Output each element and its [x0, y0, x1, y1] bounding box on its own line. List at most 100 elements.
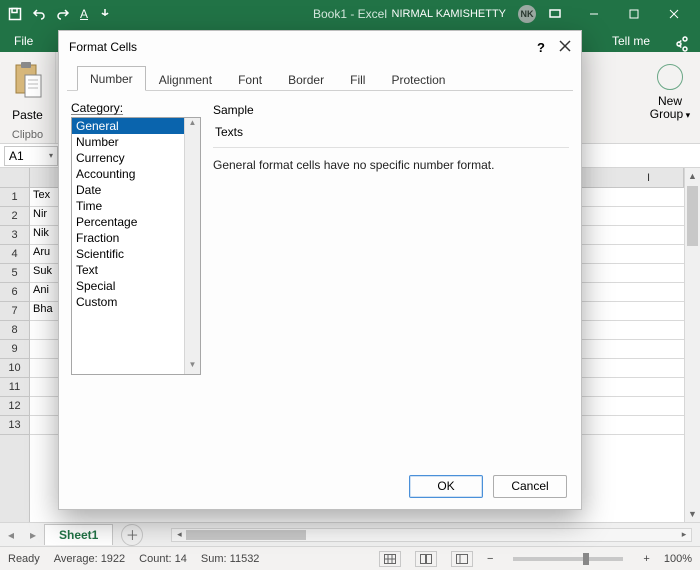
- title-bar: A Book1 - Excel NIRMAL KAMISHETTY NK: [0, 0, 700, 28]
- row-header[interactable]: 13: [0, 416, 29, 435]
- category-item-scientific[interactable]: Scientific: [72, 246, 184, 262]
- scrollbar-thumb[interactable]: [687, 186, 698, 246]
- row-header[interactable]: 8: [0, 321, 29, 340]
- row-header[interactable]: 6: [0, 283, 29, 302]
- normal-view-icon[interactable]: [379, 551, 401, 567]
- row-header[interactable]: 12: [0, 397, 29, 416]
- row-header[interactable]: 10: [0, 359, 29, 378]
- status-avg-value: 1922: [101, 553, 125, 565]
- sheet-nav-next-icon[interactable]: ▸: [22, 528, 44, 542]
- zoom-level[interactable]: 100%: [664, 553, 692, 565]
- scroll-down-icon[interactable]: ▼: [185, 360, 200, 374]
- category-item-general[interactable]: General: [72, 118, 184, 134]
- avatar[interactable]: NK: [518, 5, 536, 23]
- sheet-nav-prev-icon[interactable]: ◂: [0, 528, 22, 542]
- window-close-button[interactable]: [654, 0, 694, 28]
- tab-fill[interactable]: Fill: [337, 67, 378, 91]
- row-header[interactable]: 11: [0, 378, 29, 397]
- minimize-button[interactable]: [574, 0, 614, 28]
- redo-icon[interactable]: [56, 7, 70, 21]
- ok-button[interactable]: OK: [409, 475, 483, 498]
- touch-mode-icon[interactable]: [98, 7, 112, 21]
- user-name: NIRMAL KAMISHETTY: [392, 8, 507, 20]
- status-bar: Ready Average: 1922 Count: 14 Sum: 11532…: [0, 546, 700, 570]
- new-group-label-2[interactable]: Group: [650, 107, 683, 121]
- tab-border[interactable]: Border: [275, 67, 337, 91]
- category-item-currency[interactable]: Currency: [72, 150, 184, 166]
- status-count-label: Count:: [139, 553, 171, 565]
- scroll-down-icon[interactable]: ▼: [685, 506, 700, 522]
- column-header[interactable]: I: [614, 168, 684, 187]
- status-sum-value: 11532: [230, 553, 260, 565]
- row-header[interactable]: 1: [0, 188, 29, 207]
- vertical-scrollbar[interactable]: ▲ ▼: [684, 168, 700, 522]
- clipboard-group-label: Clipbo: [12, 127, 43, 141]
- category-listbox[interactable]: General Number Currency Accounting Date …: [71, 117, 201, 375]
- maximize-button[interactable]: [614, 0, 654, 28]
- scroll-right-icon[interactable]: ▸: [677, 529, 691, 540]
- scrollbar-thumb[interactable]: [186, 530, 306, 540]
- zoom-slider[interactable]: [513, 557, 623, 561]
- zoom-out-icon[interactable]: −: [487, 553, 493, 565]
- tab-font[interactable]: Font: [225, 67, 275, 91]
- tab-number[interactable]: Number: [77, 66, 146, 91]
- row-headers[interactable]: 1 2 3 4 5 6 7 8 9 10 11 12 13: [0, 168, 30, 522]
- status-ready: Ready: [8, 553, 40, 565]
- undo-icon[interactable]: [32, 7, 46, 21]
- status-sum-label: Sum:: [201, 553, 227, 565]
- dialog-tabs: Number Alignment Font Border Fill Protec…: [67, 65, 573, 91]
- format-cells-dialog: Format Cells ? Number Alignment Font Bor…: [58, 30, 582, 510]
- scroll-up-icon[interactable]: ▲: [185, 118, 200, 132]
- format-description: General format cells have no specific nu…: [213, 158, 569, 172]
- category-item-custom[interactable]: Custom: [72, 294, 184, 310]
- category-item-number[interactable]: Number: [72, 134, 184, 150]
- category-item-accounting[interactable]: Accounting: [72, 166, 184, 182]
- category-item-special[interactable]: Special: [72, 278, 184, 294]
- page-break-view-icon[interactable]: [451, 551, 473, 567]
- status-count-value: 14: [175, 553, 187, 565]
- tell-me[interactable]: Tell me: [602, 30, 660, 52]
- tab-protection[interactable]: Protection: [378, 67, 458, 91]
- horizontal-scrollbar[interactable]: ◂ ▸: [171, 528, 692, 542]
- category-label: Category:: [71, 101, 201, 115]
- paste-label[interactable]: Paste: [12, 108, 43, 122]
- status-avg-label: Average:: [54, 553, 98, 565]
- save-icon[interactable]: [8, 7, 22, 21]
- category-item-percentage[interactable]: Percentage: [72, 214, 184, 230]
- zoom-in-icon[interactable]: +: [643, 553, 649, 565]
- name-box-value: A1: [9, 149, 24, 163]
- dialog-help-button[interactable]: ?: [537, 40, 545, 55]
- dialog-title: Format Cells: [69, 40, 137, 54]
- paste-icon[interactable]: [11, 58, 45, 102]
- sheet-tab[interactable]: Sheet1: [44, 524, 113, 545]
- category-item-date[interactable]: Date: [72, 182, 184, 198]
- chevron-down-icon[interactable]: ▾: [49, 151, 53, 160]
- dialog-close-button[interactable]: [559, 40, 571, 55]
- listbox-scrollbar[interactable]: ▲ ▼: [184, 118, 200, 374]
- category-item-text[interactable]: Text: [72, 262, 184, 278]
- row-header[interactable]: 9: [0, 340, 29, 359]
- page-layout-view-icon[interactable]: [415, 551, 437, 567]
- window-title: Book1 - Excel: [313, 7, 387, 21]
- file-tab[interactable]: File: [4, 30, 43, 52]
- row-header[interactable]: 2: [0, 207, 29, 226]
- row-header[interactable]: 5: [0, 264, 29, 283]
- zoom-slider-knob[interactable]: [583, 553, 589, 565]
- row-header[interactable]: 3: [0, 226, 29, 245]
- sheet-tab-bar: ◂ ▸ Sheet1 ＋ ◂ ▸: [0, 522, 700, 546]
- sample-label: Sample: [213, 103, 569, 117]
- new-sheet-button[interactable]: ＋: [121, 524, 143, 546]
- scroll-up-icon[interactable]: ▲: [685, 168, 700, 184]
- new-group-icon[interactable]: [657, 64, 683, 90]
- tab-alignment[interactable]: Alignment: [146, 67, 225, 91]
- name-box[interactable]: A1 ▾: [4, 146, 58, 166]
- cancel-button[interactable]: Cancel: [493, 475, 567, 498]
- category-item-fraction[interactable]: Fraction: [72, 230, 184, 246]
- row-header[interactable]: 4: [0, 245, 29, 264]
- sample-value: Texts: [213, 121, 569, 148]
- scroll-left-icon[interactable]: ◂: [172, 529, 186, 540]
- category-item-time[interactable]: Time: [72, 198, 184, 214]
- row-header[interactable]: 7: [0, 302, 29, 321]
- share-icon[interactable]: [660, 36, 700, 52]
- ribbon-display-icon[interactable]: [548, 7, 562, 21]
